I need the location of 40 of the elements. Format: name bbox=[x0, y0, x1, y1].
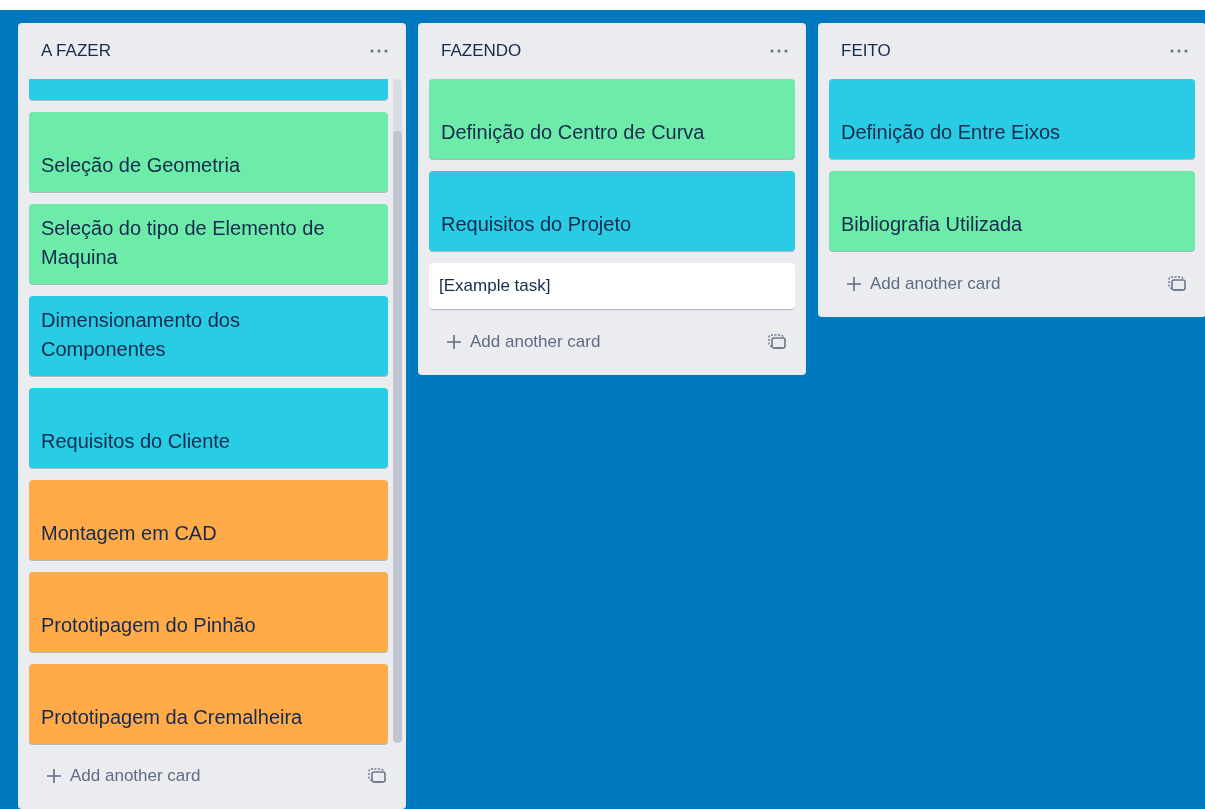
card-title: Definição do Centro de Curva bbox=[441, 120, 706, 145]
scrollbar[interactable] bbox=[393, 79, 402, 743]
card[interactable]: Montagem em CAD bbox=[29, 480, 388, 560]
template-icon[interactable] bbox=[1168, 276, 1186, 292]
more-icon[interactable] bbox=[770, 49, 788, 53]
card-title: Requisitos do Cliente bbox=[41, 429, 231, 454]
card[interactable]: Requisitos do Cliente bbox=[29, 388, 388, 468]
card-title: Montagem em CAD bbox=[41, 521, 218, 546]
template-icon[interactable] bbox=[368, 768, 386, 784]
card[interactable]: Definição do Entre Eixos bbox=[829, 79, 1195, 159]
card-title: Prototipagem do Pinhão bbox=[41, 613, 257, 638]
card[interactable]: Prototipagem da Cremalheira bbox=[29, 664, 388, 744]
card[interactable]: Definição do Centro de Curva bbox=[429, 79, 795, 159]
card[interactable]: Seleção do tipo de Elemento de Maquina bbox=[29, 204, 388, 284]
card-title: Seleção do tipo de Elemento de Maquina bbox=[41, 216, 326, 270]
card[interactable]: Seleção de Geometria bbox=[29, 112, 388, 192]
list-title: FEITO bbox=[841, 40, 891, 63]
template-icon[interactable] bbox=[768, 333, 786, 350]
add-card-button[interactable]: Add another card bbox=[46, 763, 201, 789]
card[interactable]: Bibliografia Utilizada bbox=[829, 171, 1195, 251]
card[interactable]: Dimensionamento dos Componentes bbox=[29, 296, 388, 376]
card[interactable]: Requisitos do Projeto bbox=[429, 171, 795, 251]
more-icon[interactable] bbox=[1170, 49, 1188, 53]
card-title: Bibliografia Utilizada bbox=[841, 212, 1024, 237]
plus-icon bbox=[846, 276, 862, 292]
card-title: [Example task] bbox=[439, 276, 551, 295]
more-icon[interactable] bbox=[370, 49, 388, 53]
card[interactable]: Prototipagem do Pinhão bbox=[29, 572, 388, 652]
list-title: A FAZER bbox=[41, 40, 111, 63]
list-title: FAZENDO bbox=[441, 40, 522, 63]
card-title: Dimensionamento dos Componentes bbox=[41, 308, 241, 362]
plus-icon bbox=[446, 333, 462, 350]
card-title: Prototipagem da Cremalheira bbox=[41, 705, 304, 730]
card-title: Seleção de Geometria bbox=[41, 153, 241, 178]
plus-icon bbox=[46, 768, 62, 784]
add-card-button[interactable]: Add another card bbox=[446, 328, 601, 355]
card-title: Requisitos do Projeto bbox=[441, 212, 633, 237]
card[interactable]: [Example task] bbox=[429, 263, 795, 309]
card-title: Definição do Entre Eixos bbox=[841, 120, 1061, 145]
add-card-button[interactable]: Add another card bbox=[846, 271, 1001, 297]
